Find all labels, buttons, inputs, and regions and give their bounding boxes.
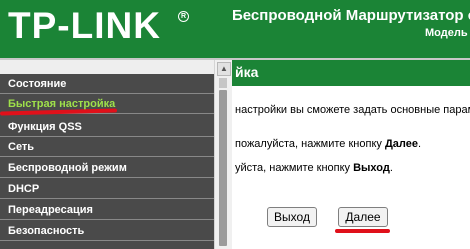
next-keyword: Далее: [384, 138, 418, 150]
scroll-up-arrow-icon[interactable]: ▲: [217, 62, 231, 76]
title-divider: [232, 86, 470, 88]
exit-button[interactable]: Выход: [267, 207, 317, 227]
tp-link-logo: TP-LINK: [8, 5, 161, 46]
description-line: настройки вы сможете задать основные пар…: [235, 104, 470, 116]
sidebar-item-dhcp[interactable]: DHCP: [0, 180, 214, 199]
sidebar-item-status[interactable]: Состояние: [0, 75, 214, 94]
registered-mark-icon: R: [178, 11, 189, 22]
sidebar-item-forwarding[interactable]: Переадресация: [0, 201, 214, 220]
main-content: йка настройки вы сможете задать основные…: [232, 60, 470, 249]
next-button[interactable]: Далее: [338, 207, 388, 227]
model-label: Модель: [425, 27, 468, 39]
instruction-exit-end: .: [389, 162, 393, 174]
sidebar-scrollbar[interactable]: ▲: [214, 60, 232, 249]
product-title: Беспроводной Маршрутизатор серии: [232, 7, 470, 24]
sidebar-item-wireless[interactable]: Беспроводной режим: [0, 159, 214, 178]
instruction-exit-text: уйста, нажмите кнопку: [235, 162, 354, 174]
sidebar-menu: Состояние Быстрая настройка Функция QSS …: [0, 74, 214, 249]
exit-keyword: Выход: [353, 162, 390, 174]
sidebar-item-network[interactable]: Сеть: [0, 138, 214, 157]
red-highlight-underline-next: [335, 229, 390, 233]
instruction-next-text: пожалуйста, нажмите кнопку: [235, 138, 385, 150]
scroll-track[interactable]: [219, 90, 227, 246]
sidebar-item-security[interactable]: Безопасность: [0, 222, 214, 241]
instruction-exit: уйста, нажмите кнопку Выход.: [235, 162, 393, 174]
scroll-thumb[interactable]: [219, 78, 227, 88]
sidebar-item-qss[interactable]: Функция QSS: [0, 118, 214, 137]
header-banner: TP-LINK R Беспроводной Маршрутизатор сер…: [0, 0, 470, 58]
content-title-bar: йка: [232, 60, 470, 86]
instruction-next-end: .: [417, 138, 422, 150]
instruction-next: пожалуйста, нажмите кнопку Далее.: [235, 138, 421, 150]
page-title: йка: [235, 64, 259, 80]
